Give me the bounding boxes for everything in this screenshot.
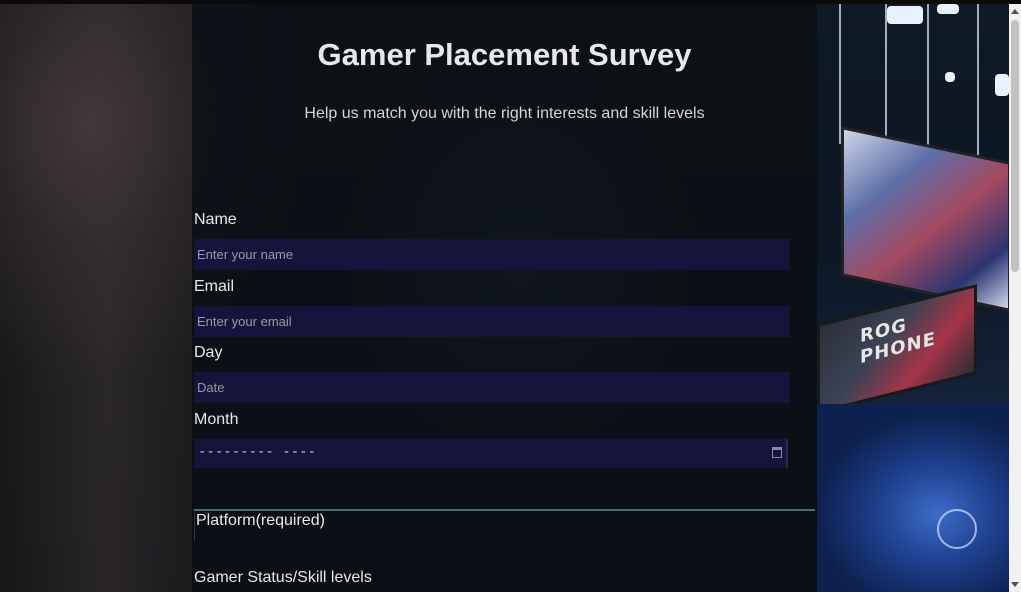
name-label: Name <box>194 211 237 228</box>
stage-screen <box>841 125 1009 313</box>
scroll-down-arrow-icon[interactable] <box>1011 582 1019 587</box>
fieldset-border-left <box>194 511 195 541</box>
background-gamer-silhouette <box>0 4 192 592</box>
stage-screen: ROG PHONE <box>817 284 977 414</box>
scroll-up-arrow-icon[interactable] <box>1011 9 1019 14</box>
survey-form-panel: Gamer Placement Survey Help us match you… <box>192 4 817 592</box>
stage-screen-large <box>817 404 1009 592</box>
page-scrollbar[interactable] <box>1009 4 1021 592</box>
stage-light <box>995 74 1009 96</box>
stage-rod <box>839 4 841 144</box>
stage-light <box>945 72 955 82</box>
name-input[interactable] <box>194 239 790 270</box>
stage-rod <box>885 4 887 154</box>
skill-level-label: Gamer Status/Skill levels <box>194 569 372 586</box>
page-description: Help us match you with the right interes… <box>304 105 705 122</box>
stage-light <box>887 6 923 24</box>
email-input[interactable] <box>194 306 790 337</box>
email-label: Email <box>194 278 235 295</box>
stage-screen-text: ROG PHONE <box>860 314 936 369</box>
scrollbar-thumb[interactable] <box>1011 20 1019 272</box>
stage-hud-crosshair <box>937 509 977 549</box>
calendar-icon[interactable] <box>772 447 782 458</box>
fieldset-border <box>194 509 815 511</box>
background-stage-photo: ROG PHONE <box>817 4 1009 592</box>
month-label: Month <box>194 411 239 428</box>
stage-light <box>937 4 959 14</box>
month-date-value: --------- ---- <box>198 444 317 460</box>
month-date-input[interactable]: --------- ---- <box>194 439 788 468</box>
day-label: Day <box>194 344 223 361</box>
day-input[interactable] <box>194 372 790 403</box>
page-title: Gamer Placement Survey <box>317 37 692 72</box>
platform-legend: Platform(required) <box>196 512 325 529</box>
